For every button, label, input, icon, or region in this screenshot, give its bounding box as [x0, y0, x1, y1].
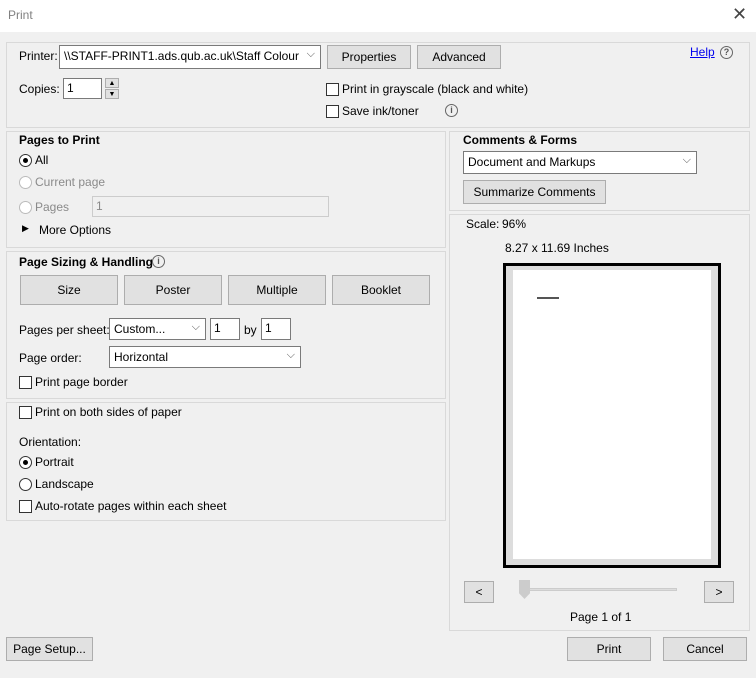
pages-per-sheet-label: Pages per sheet:	[19, 323, 110, 337]
page-slider-track[interactable]	[522, 588, 677, 591]
paper-size: 8.27 x 11.69 Inches	[505, 241, 609, 255]
comments-title: Comments & Forms	[463, 133, 578, 147]
grayscale-checkbox[interactable]	[326, 83, 339, 96]
scale-value: 96%	[502, 217, 527, 231]
pages-to-print-title: Pages to Print	[19, 133, 100, 147]
both-sides-checkbox[interactable]	[19, 406, 32, 419]
page-order-value: Horizontal	[114, 350, 169, 364]
help-link[interactable]: Help	[690, 45, 715, 59]
comments-value: Document and Markups	[468, 155, 596, 169]
advanced-button[interactable]: Advanced	[417, 45, 501, 69]
all-label: All	[35, 153, 49, 167]
pages-range-input[interactable]: 1	[92, 196, 329, 217]
pages-label: Pages	[35, 200, 70, 214]
window-title: Print	[8, 8, 33, 22]
pages-per-sheet-value: Custom...	[114, 322, 166, 336]
page-preview	[503, 263, 721, 568]
save-ink-checkbox[interactable]	[326, 105, 339, 118]
info-icon[interactable]: i	[445, 104, 458, 117]
save-ink-label: Save ink/toner	[342, 104, 419, 118]
cancel-button[interactable]: Cancel	[663, 637, 747, 661]
landscape-radio[interactable]	[19, 478, 32, 491]
auto-rotate-checkbox[interactable]	[19, 500, 32, 513]
copies-label: Copies:	[19, 82, 60, 96]
preview-page	[513, 270, 711, 559]
properties-button[interactable]: Properties	[327, 45, 411, 69]
copies-input[interactable]: 1	[63, 78, 102, 99]
page-border-checkbox[interactable]	[19, 376, 32, 389]
pages-per-sheet-select[interactable]: Custom... ⌵	[109, 318, 206, 340]
page-order-label: Page order:	[19, 351, 82, 365]
chevron-down-icon: ⌵	[286, 349, 295, 361]
columns-input[interactable]: 1	[210, 318, 240, 340]
comments-select[interactable]: Document and Markups ⌵	[463, 151, 697, 174]
preview-text-line	[537, 297, 559, 299]
help-icon[interactable]: ?	[720, 46, 733, 59]
current-page-radio[interactable]	[19, 176, 32, 189]
chevron-down-icon: ⌵	[306, 48, 315, 60]
all-radio[interactable]	[19, 154, 32, 167]
page-indicator: Page 1 of 1	[570, 610, 632, 624]
current-page-label: Current page	[35, 175, 106, 189]
by-label: by	[244, 323, 257, 337]
next-page-button[interactable]: >	[704, 581, 734, 603]
auto-rotate-label: Auto-rotate pages within each sheet	[35, 499, 227, 513]
expand-triangle-icon[interactable]: ▶	[22, 223, 29, 234]
landscape-label: Landscape	[35, 477, 94, 491]
page-order-select[interactable]: Horizontal ⌵	[109, 346, 301, 368]
printer-label: Printer:	[19, 49, 58, 63]
copies-down-button[interactable]: ▼	[105, 89, 119, 99]
orientation-label: Orientation:	[19, 435, 82, 449]
both-sides-label: Print on both sides of paper	[35, 405, 182, 419]
previous-page-button[interactable]: <	[464, 581, 494, 603]
page-sizing-title: Page Sizing & Handling	[19, 255, 154, 269]
page-border-label: Print page border	[35, 375, 128, 389]
print-button[interactable]: Print	[567, 637, 651, 661]
scale-label: Scale:	[466, 217, 500, 231]
multiple-tab[interactable]: Multiple	[228, 275, 326, 305]
rows-input[interactable]: 1	[261, 318, 291, 340]
close-icon[interactable]: ✕	[732, 4, 747, 25]
title-bar	[0, 0, 756, 32]
pages-radio[interactable]	[19, 201, 32, 214]
booklet-tab[interactable]: Booklet	[332, 275, 430, 305]
grayscale-label: Print in grayscale (black and white)	[342, 82, 529, 96]
chevron-down-icon: ⌵	[682, 154, 691, 166]
size-tab[interactable]: Size	[20, 275, 118, 305]
summarize-comments-button[interactable]: Summarize Comments	[463, 180, 606, 204]
more-options-toggle[interactable]: More Options	[39, 223, 111, 237]
info-icon[interactable]: i	[152, 255, 165, 268]
portrait-label: Portrait	[35, 455, 74, 469]
printer-value: \\STAFF-PRINT1.ads.qub.ac.uk\Staff Colou…	[64, 49, 299, 63]
portrait-radio[interactable]	[19, 456, 32, 469]
poster-tab[interactable]: Poster	[124, 275, 222, 305]
chevron-down-icon: ⌵	[191, 321, 200, 333]
printer-select[interactable]: \\STAFF-PRINT1.ads.qub.ac.uk\Staff Colou…	[59, 45, 321, 69]
copies-up-button[interactable]: ▲	[105, 78, 119, 88]
page-setup-button[interactable]: Page Setup...	[6, 637, 93, 661]
